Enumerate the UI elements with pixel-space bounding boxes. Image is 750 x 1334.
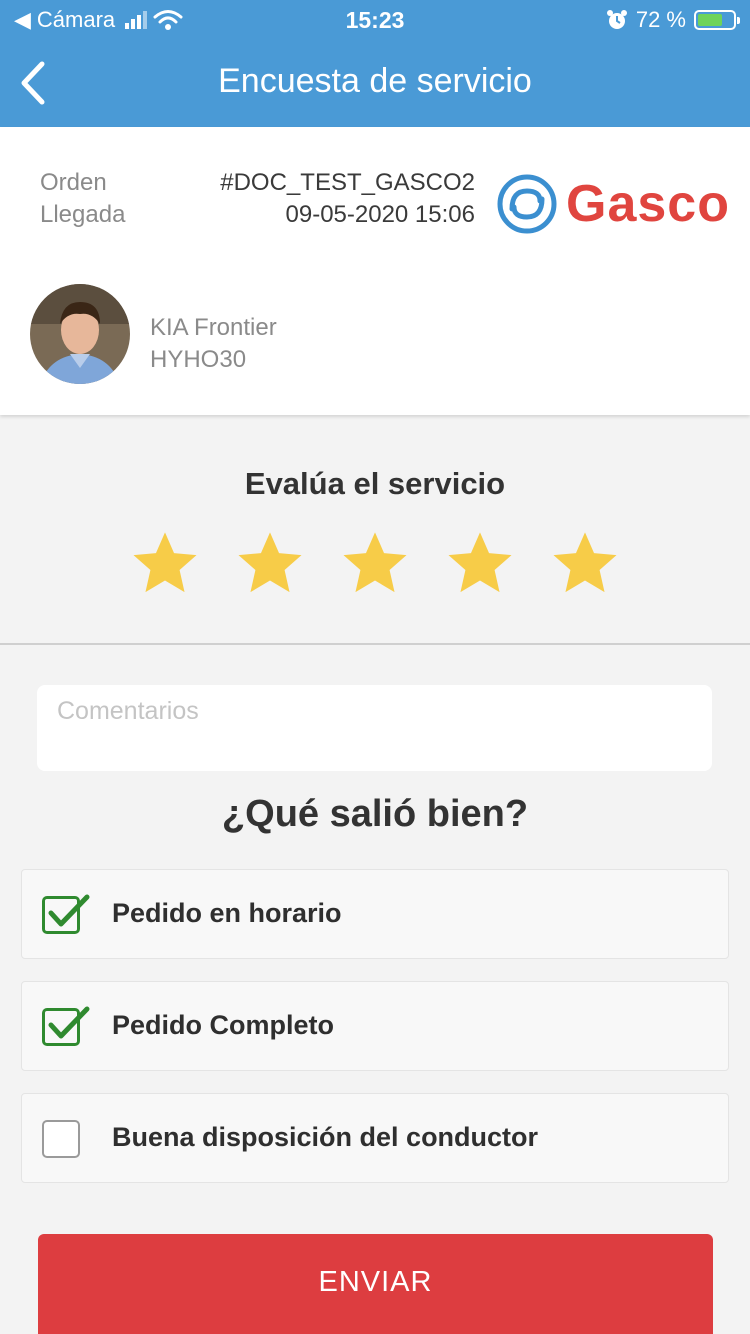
star-rating[interactable] — [0, 528, 750, 598]
brand-logo-text: Gasco — [566, 175, 730, 233]
option-complete[interactable]: Pedido Completo — [21, 981, 729, 1071]
brand-logo-icon — [497, 174, 557, 234]
checkbox-on-time[interactable] — [42, 894, 90, 934]
star-icon[interactable] — [340, 528, 410, 598]
option-label: Pedido Completo — [112, 1010, 334, 1040]
comments-input[interactable] — [37, 685, 712, 771]
vehicle-model: KIA Frontier — [150, 314, 277, 341]
page-title: Encuesta de servicio — [218, 62, 532, 100]
order-values: #DOC_TEST_GASCO2 09-05-2020 15:06 — [220, 167, 475, 231]
star-icon[interactable] — [550, 528, 620, 598]
brand-logo: Gasco — [496, 173, 730, 235]
rating-title: Evalúa el servicio — [244, 466, 506, 501]
star-icon[interactable] — [445, 528, 515, 598]
arrival-datetime: 09-05-2020 15:06 — [285, 201, 476, 228]
vehicle-info: KIA Frontier HYHO30 — [150, 312, 277, 376]
order-id: #DOC_TEST_GASCO2 — [220, 169, 475, 196]
battery-percent: 72 % — [635, 7, 686, 32]
option-driver-attitude[interactable]: Buena disposición del conductor — [21, 1093, 729, 1183]
nav-bar: Encuesta de servicio — [0, 40, 750, 127]
option-on-time[interactable]: Pedido en horario — [21, 869, 729, 959]
arrival-label: Llegada — [40, 201, 126, 228]
check-icon — [48, 894, 90, 927]
option-label: Buena disposición del conductor — [112, 1122, 539, 1152]
option-label: Pedido en horario — [112, 898, 342, 928]
star-icon[interactable] — [235, 528, 305, 598]
order-labels: Orden Llegada — [40, 167, 125, 231]
status-bar: ◀ Cámara 15:23 72 % — [0, 0, 750, 40]
status-right: 72 % — [606, 7, 740, 33]
checkbox-complete[interactable] — [42, 1006, 90, 1046]
order-info-card: Orden Llegada #DOC_TEST_GASCO2 09-05-202… — [0, 127, 750, 415]
order-label: Orden — [40, 169, 107, 196]
went-well-title: ¿Qué salió bien? — [221, 793, 529, 835]
check-icon — [48, 1006, 90, 1039]
checkbox-driver-attitude[interactable] — [42, 1120, 80, 1158]
alarm-icon — [606, 10, 627, 29]
top-bar: ◀ Cámara 15:23 72 % Encuesta de servicio — [0, 0, 750, 127]
vehicle-plate: HYHO30 — [150, 346, 247, 373]
battery-fill — [698, 14, 723, 26]
driver-avatar — [30, 284, 130, 384]
battery-icon — [694, 10, 740, 30]
submit-button[interactable]: ENVIAR — [38, 1234, 713, 1334]
divider — [0, 643, 750, 645]
star-icon[interactable] — [130, 528, 200, 598]
